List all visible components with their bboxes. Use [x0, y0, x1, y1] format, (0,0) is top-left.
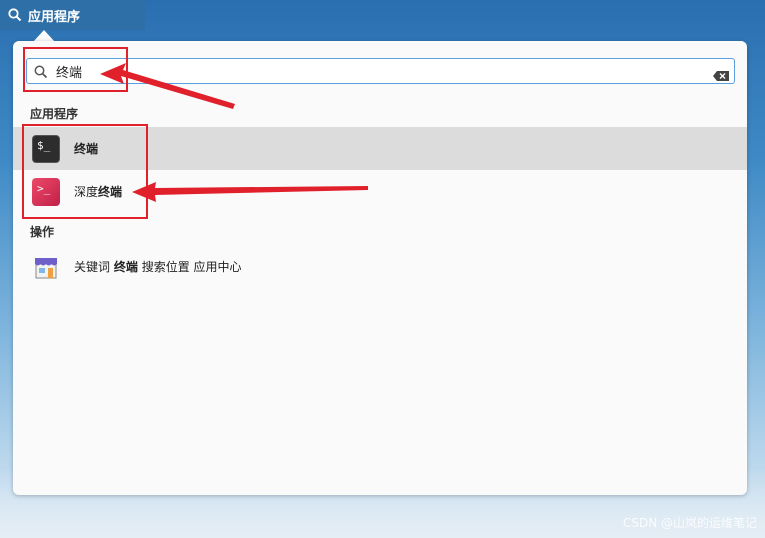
annotation-arrows [100, 63, 368, 202]
watermark-text: CSDN @山岚的运维笔记 [622, 516, 757, 530]
annotation-arrow-results [132, 182, 368, 202]
annotation-arrow-search [100, 63, 235, 109]
